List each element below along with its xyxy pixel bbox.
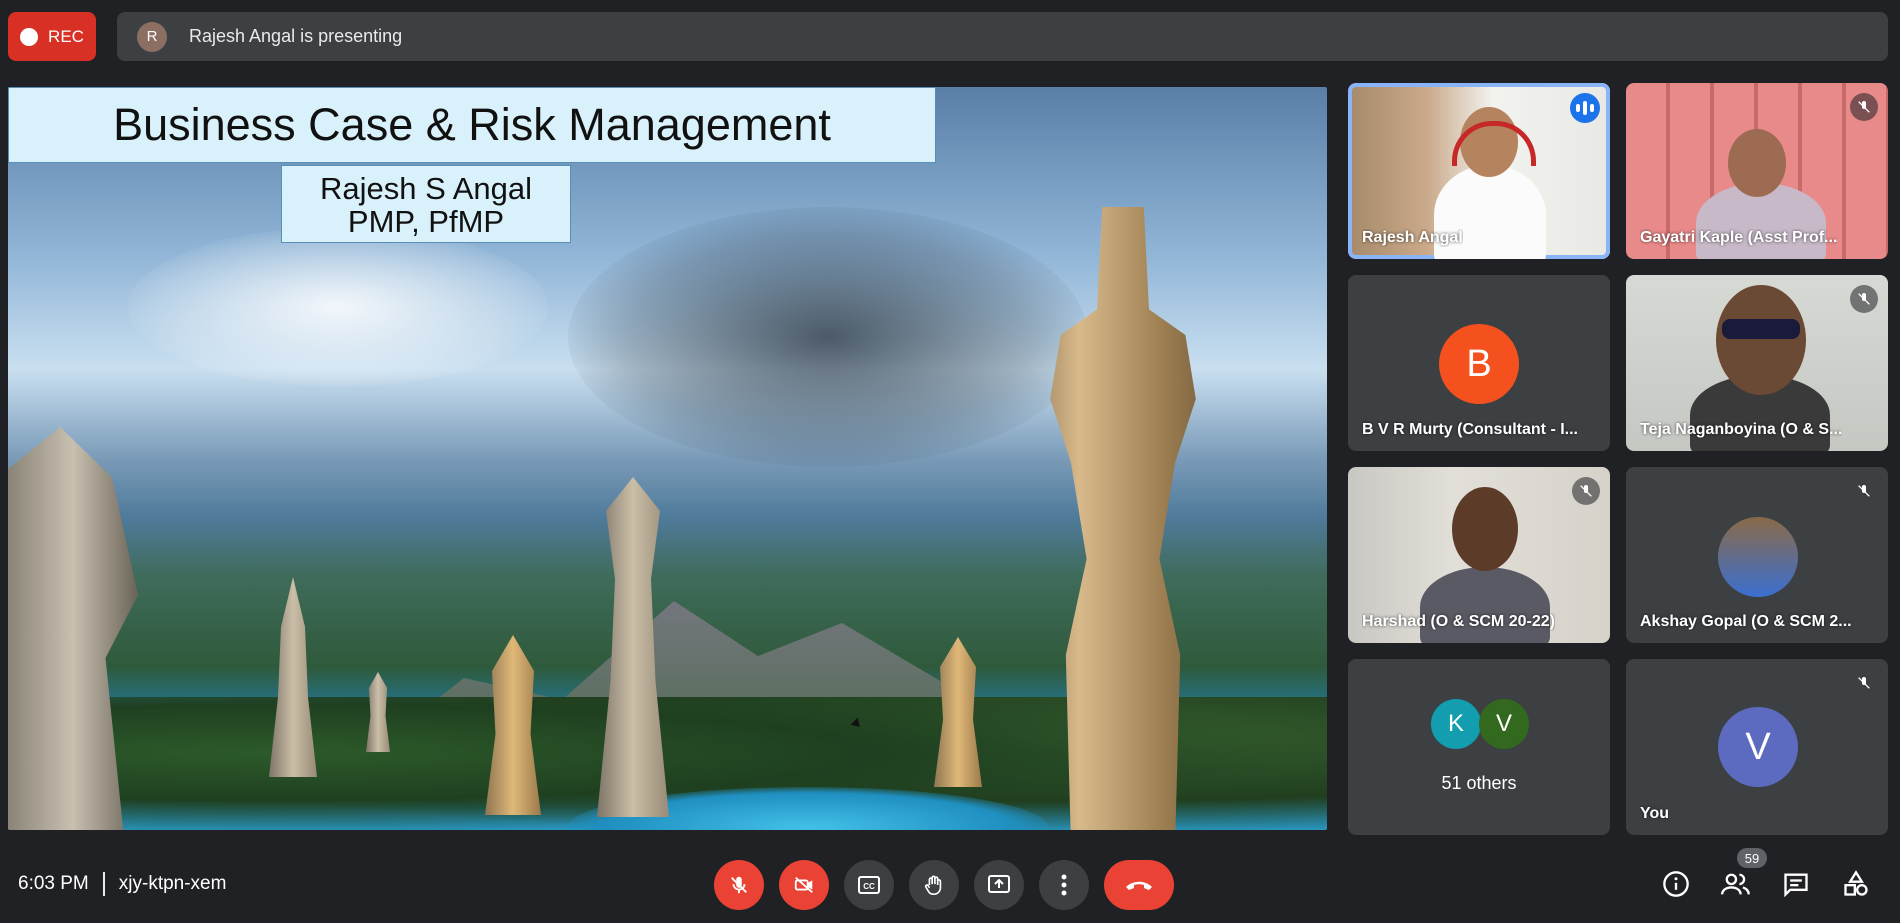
participant-face bbox=[1716, 285, 1806, 395]
participant-tile-bvr-murty[interactable]: B B V R Murty (Consultant - I... bbox=[1348, 275, 1610, 451]
divider bbox=[102, 872, 105, 896]
activities-icon bbox=[1844, 870, 1868, 896]
participant-tile-teja[interactable]: Teja Naganboyina (O & S... bbox=[1626, 275, 1888, 451]
chat-button[interactable] bbox=[1778, 866, 1814, 902]
slide-title: Business Case & Risk Management bbox=[8, 87, 936, 163]
chat-icon bbox=[1784, 873, 1808, 897]
participant-face bbox=[1452, 487, 1518, 571]
participant-name: Rajesh Angal bbox=[1362, 229, 1463, 246]
participant-face bbox=[1728, 129, 1786, 197]
participant-avatar: K bbox=[1431, 699, 1481, 749]
more-icon bbox=[1061, 874, 1067, 896]
slide-background-storm bbox=[568, 207, 1088, 467]
meeting-code: xjy-ktpn-xem bbox=[118, 873, 227, 894]
participant-tile-akshay[interactable]: Akshay Gopal (O & SCM 2... bbox=[1626, 467, 1888, 643]
camera-off-icon bbox=[794, 876, 813, 894]
more-options-button[interactable] bbox=[1039, 860, 1089, 910]
mic-toggle-button[interactable] bbox=[714, 860, 764, 910]
rec-label: REC bbox=[48, 26, 84, 46]
presentation-area: Business Case & Risk Management Rajesh S… bbox=[8, 87, 1327, 830]
participants-count-badge: 59 bbox=[1737, 848, 1767, 868]
mic-off-icon bbox=[1850, 93, 1878, 121]
people-button[interactable] bbox=[1718, 866, 1754, 902]
participant-name: B V R Murty (Consultant - I... bbox=[1362, 421, 1578, 438]
participant-tile-rajesh[interactable]: Rajesh Angal bbox=[1348, 83, 1610, 259]
presenting-banner: R Rajesh Angal is presenting bbox=[117, 12, 1888, 61]
participant-avatar: B bbox=[1439, 324, 1519, 404]
captions-icon: CC bbox=[858, 876, 880, 894]
present-now-button[interactable] bbox=[974, 860, 1024, 910]
participant-tile-others[interactable]: K V 51 others bbox=[1348, 659, 1610, 835]
presenter-avatar: R bbox=[137, 21, 167, 52]
glasses-icon bbox=[1722, 319, 1800, 339]
mic-off-icon bbox=[1850, 477, 1878, 505]
raise-hand-button[interactable] bbox=[909, 860, 959, 910]
mic-off-icon bbox=[1572, 477, 1600, 505]
hang-up-icon bbox=[1126, 881, 1152, 890]
participant-avatar: V bbox=[1718, 707, 1798, 787]
participant-avatar: V bbox=[1479, 699, 1529, 749]
activities-button[interactable] bbox=[1838, 866, 1874, 902]
participant-avatar-photo bbox=[1718, 517, 1798, 597]
participant-name: Teja Naganboyina (O & S... bbox=[1640, 421, 1843, 438]
participant-name: Harshad (O & SCM 20-22) bbox=[1362, 613, 1555, 630]
captions-button[interactable]: CC bbox=[844, 860, 894, 910]
clock-time: 6:03 PM bbox=[18, 873, 89, 894]
people-icon bbox=[1721, 873, 1750, 895]
camera-toggle-button[interactable] bbox=[779, 860, 829, 910]
meeting-details-button[interactable] bbox=[1658, 866, 1694, 902]
slide-author-name: Rajesh S Angal bbox=[320, 171, 532, 206]
slide-author-credentials: PMP, PfMP bbox=[347, 204, 505, 239]
leave-call-button[interactable] bbox=[1104, 860, 1174, 910]
mic-off-icon bbox=[1850, 669, 1878, 697]
mic-off-icon bbox=[731, 876, 747, 894]
raise-hand-icon bbox=[924, 875, 942, 895]
meeting-info: 6:03 PM xjy-ktpn-xem bbox=[18, 872, 226, 896]
info-icon bbox=[1663, 871, 1689, 897]
participant-tile-gayatri[interactable]: Gayatri Kaple (Asst Prof... bbox=[1626, 83, 1888, 259]
record-icon bbox=[20, 27, 39, 46]
present-icon bbox=[988, 875, 1010, 893]
presenting-text: Rajesh Angal is presenting bbox=[189, 26, 403, 46]
mic-off-icon bbox=[1850, 285, 1878, 313]
participant-name: Gayatri Kaple (Asst Prof... bbox=[1640, 229, 1838, 246]
slide-author-box: Rajesh S Angal PMP, PfMP bbox=[281, 165, 571, 243]
others-count-label: 51 others bbox=[1441, 773, 1517, 793]
recording-indicator[interactable]: REC bbox=[8, 12, 96, 61]
participant-tile-you[interactable]: V You bbox=[1626, 659, 1888, 835]
participant-name: Akshay Gopal (O & SCM 2... bbox=[1640, 613, 1852, 630]
speaking-indicator-icon bbox=[1570, 93, 1600, 123]
participant-tile-harshad[interactable]: Harshad (O & SCM 20-22) bbox=[1348, 467, 1610, 643]
slide-background-cloud bbox=[128, 227, 548, 387]
svg-text:CC: CC bbox=[863, 882, 875, 891]
participant-video bbox=[1420, 567, 1550, 643]
participant-name: You bbox=[1640, 805, 1670, 822]
